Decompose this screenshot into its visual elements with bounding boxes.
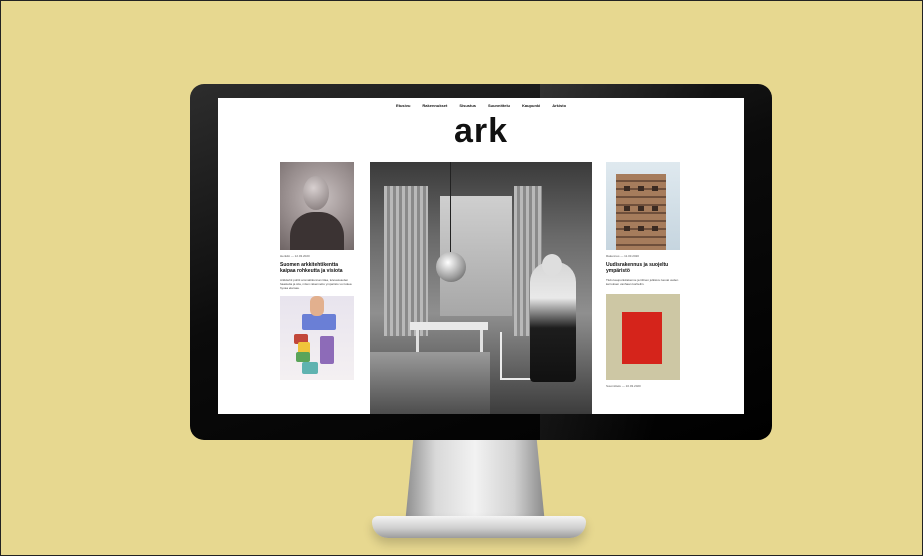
monitor-screen: Etusivu Rakennukset Sisustus Suunnittelu… <box>218 98 744 414</box>
block-purple <box>320 336 334 364</box>
table <box>410 322 488 330</box>
monitor-stand-base <box>372 516 586 538</box>
article-meta: Henkilö — 12.03.2020 <box>280 254 310 258</box>
nav-item-6[interactable]: Arkisto <box>552 102 566 110</box>
lamp-cord <box>450 162 451 254</box>
building-window <box>638 186 644 191</box>
person-head <box>542 254 562 276</box>
article-meta: Suunnittelu — 10.03.2020 <box>606 384 641 388</box>
building-window <box>652 186 658 191</box>
building-window <box>652 226 658 231</box>
building-window <box>652 206 658 211</box>
building-window <box>624 186 630 191</box>
nav-item-5[interactable]: Kaupunki <box>522 102 540 110</box>
block-skin <box>310 296 324 316</box>
monitor-stand-neck <box>405 438 545 524</box>
article-headline[interactable]: Uudisrakennus ja suojeltu ympäristö <box>606 262 680 274</box>
seated-person <box>530 262 576 382</box>
left-column: Henkilö — 12.03.2020 Suomen arkkitehtike… <box>280 162 354 380</box>
right-column: Rakennus — 11.03.2020 Uudisrakennus ja s… <box>606 162 680 388</box>
block-blue <box>302 314 336 330</box>
building-window <box>638 226 644 231</box>
curtain-left <box>384 186 428 336</box>
article-excerpt: Arkkitehti pohtii ammattikunnan tilaa, t… <box>280 278 352 290</box>
block-teal <box>302 362 318 374</box>
article-headline[interactable]: Suomen arkkitehtikentta kaipaa rohkeutta… <box>280 262 354 274</box>
nav-item-4[interactable]: Suunnittelu <box>488 102 510 110</box>
building-window <box>624 206 630 211</box>
block-green <box>296 352 310 362</box>
portrait-head <box>303 176 329 210</box>
top-nav: Etusivu Rakennukset Sisustus Suunnittelu… <box>218 102 744 110</box>
bed <box>370 352 490 414</box>
article-meta: Rakennus — 11.03.2020 <box>606 254 639 258</box>
nav-item-3[interactable]: Sisustus <box>459 102 476 110</box>
interior-photo[interactable] <box>370 162 592 414</box>
blocks-image[interactable] <box>280 296 354 380</box>
building-image[interactable] <box>606 162 680 250</box>
pendant-lamp <box>436 252 466 282</box>
site-logo[interactable]: ark <box>218 112 744 150</box>
poster-red-rectangle <box>622 312 662 364</box>
nav-item-1[interactable]: Etusivu <box>396 102 410 110</box>
article-excerpt: Tiivis kaupunkirakenne ja tiilinen julki… <box>606 278 679 286</box>
portrait-image[interactable] <box>280 162 354 250</box>
nav-item-2[interactable]: Rakennukset <box>422 102 447 110</box>
building-window <box>624 226 630 231</box>
building-window <box>638 206 644 211</box>
portrait-body <box>290 212 344 250</box>
poster-image[interactable] <box>606 294 680 380</box>
